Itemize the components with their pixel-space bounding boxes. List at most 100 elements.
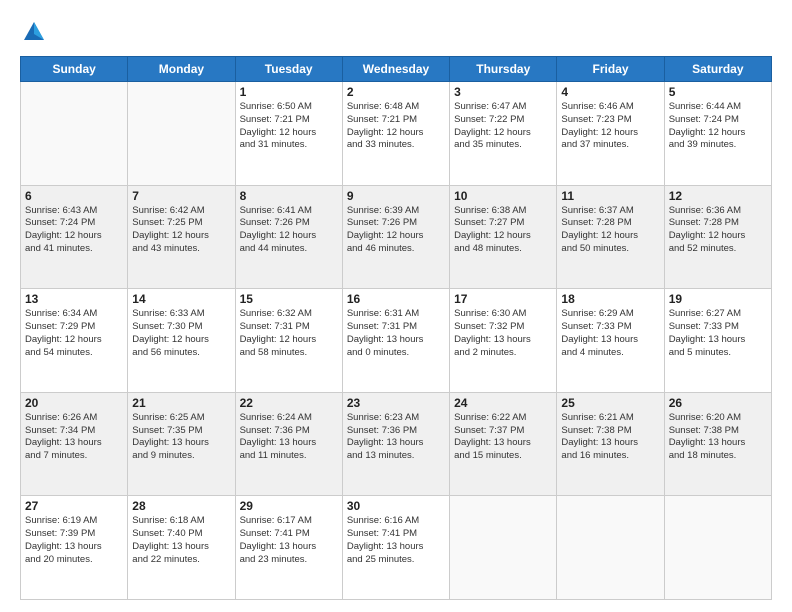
calendar-week-row: 6 Sunrise: 6:43 AM Sunset: 7:24 PM Daylig… xyxy=(21,185,772,289)
day-number: 26 xyxy=(669,396,767,410)
calendar-week-row: 13 Sunrise: 6:34 AM Sunset: 7:29 PM Dayli… xyxy=(21,289,772,393)
calendar-cell: 27Sunrise: 6:19 AM Sunset: 7:39 PM Dayli… xyxy=(21,496,128,600)
day-number: 4 xyxy=(561,85,659,99)
calendar-week-row: 1 Sunrise: 6:50 AM Sunset: 7:21 PM Daylig… xyxy=(21,82,772,186)
logo-icon xyxy=(20,18,48,46)
calendar-cell: 6 Sunrise: 6:43 AM Sunset: 7:24 PM Daylig… xyxy=(21,185,128,289)
calendar-cell: 23Sunrise: 6:23 AM Sunset: 7:36 PM Dayli… xyxy=(342,392,449,496)
calendar-cell: 25 Sunrise: 6:21 AM Sunset: 7:38 PM Dayli… xyxy=(557,392,664,496)
day-info: Sunrise: 6:33 AM Sunset: 7:30 PM Dayligh… xyxy=(132,308,230,359)
calendar-cell: 14 Sunrise: 6:33 AM Sunset: 7:30 PM Dayli… xyxy=(128,289,235,393)
day-number: 2 xyxy=(347,85,445,99)
day-info: Sunrise: 6:46 AM Sunset: 7:23 PM Dayligh… xyxy=(561,101,659,152)
logo xyxy=(20,18,52,46)
weekday-header: Monday xyxy=(128,57,235,82)
calendar-cell xyxy=(664,496,771,600)
day-info: Sunrise: 6:44 AM Sunset: 7:24 PM Dayligh… xyxy=(669,101,767,152)
day-info: Sunrise: 6:26 AM Sunset: 7:34 PM Dayligh… xyxy=(25,412,123,463)
day-number: 19 xyxy=(669,292,767,306)
day-info: Sunrise: 6:29 AM Sunset: 7:33 PM Dayligh… xyxy=(561,308,659,359)
page: SundayMondayTuesdayWednesdayThursdayFrid… xyxy=(0,0,792,612)
day-info: Sunrise: 6:47 AM Sunset: 7:22 PM Dayligh… xyxy=(454,101,552,152)
calendar-cell: 3 Sunrise: 6:47 AM Sunset: 7:22 PM Daylig… xyxy=(450,82,557,186)
calendar-week-row: 20 Sunrise: 6:26 AM Sunset: 7:34 PM Dayli… xyxy=(21,392,772,496)
day-info: Sunrise: 6:41 AM Sunset: 7:26 PM Dayligh… xyxy=(240,205,338,256)
calendar-cell: 9 Sunrise: 6:39 AM Sunset: 7:26 PM Daylig… xyxy=(342,185,449,289)
day-number: 20 xyxy=(25,396,123,410)
calendar-cell: 24Sunrise: 6:22 AM Sunset: 7:37 PM Dayli… xyxy=(450,392,557,496)
calendar-cell: 4 Sunrise: 6:46 AM Sunset: 7:23 PM Daylig… xyxy=(557,82,664,186)
day-number: 18 xyxy=(561,292,659,306)
weekday-header: Sunday xyxy=(21,57,128,82)
header xyxy=(20,18,772,46)
day-number: 22 xyxy=(240,396,338,410)
day-number: 1 xyxy=(240,85,338,99)
calendar-cell: 7 Sunrise: 6:42 AM Sunset: 7:25 PM Daylig… xyxy=(128,185,235,289)
day-number: 9 xyxy=(347,189,445,203)
day-number: 11 xyxy=(561,189,659,203)
calendar-cell: 13 Sunrise: 6:34 AM Sunset: 7:29 PM Dayli… xyxy=(21,289,128,393)
day-info: Sunrise: 6:42 AM Sunset: 7:25 PM Dayligh… xyxy=(132,205,230,256)
day-info: Sunrise: 6:38 AM Sunset: 7:27 PM Dayligh… xyxy=(454,205,552,256)
day-info: Sunrise: 6:43 AM Sunset: 7:24 PM Dayligh… xyxy=(25,205,123,256)
day-info: Sunrise: 6:31 AM Sunset: 7:31 PM Dayligh… xyxy=(347,308,445,359)
day-info: Sunrise: 6:23 AM Sunset: 7:36 PM Dayligh… xyxy=(347,412,445,463)
day-info: Sunrise: 6:18 AM Sunset: 7:40 PM Dayligh… xyxy=(132,515,230,566)
weekday-header: Tuesday xyxy=(235,57,342,82)
calendar-cell xyxy=(450,496,557,600)
day-number: 30 xyxy=(347,499,445,513)
day-number: 6 xyxy=(25,189,123,203)
calendar-table: SundayMondayTuesdayWednesdayThursdayFrid… xyxy=(20,56,772,600)
calendar-cell: 17Sunrise: 6:30 AM Sunset: 7:32 PM Dayli… xyxy=(450,289,557,393)
day-info: Sunrise: 6:48 AM Sunset: 7:21 PM Dayligh… xyxy=(347,101,445,152)
day-number: 15 xyxy=(240,292,338,306)
day-number: 16 xyxy=(347,292,445,306)
day-info: Sunrise: 6:24 AM Sunset: 7:36 PM Dayligh… xyxy=(240,412,338,463)
day-info: Sunrise: 6:34 AM Sunset: 7:29 PM Dayligh… xyxy=(25,308,123,359)
day-number: 7 xyxy=(132,189,230,203)
day-info: Sunrise: 6:19 AM Sunset: 7:39 PM Dayligh… xyxy=(25,515,123,566)
calendar-cell: 21Sunrise: 6:25 AM Sunset: 7:35 PM Dayli… xyxy=(128,392,235,496)
calendar-cell: 29 Sunrise: 6:17 AM Sunset: 7:41 PM Dayli… xyxy=(235,496,342,600)
calendar-cell: 5 Sunrise: 6:44 AM Sunset: 7:24 PM Daylig… xyxy=(664,82,771,186)
day-number: 29 xyxy=(240,499,338,513)
day-number: 17 xyxy=(454,292,552,306)
day-number: 14 xyxy=(132,292,230,306)
calendar-cell: 10 Sunrise: 6:38 AM Sunset: 7:27 PM Dayli… xyxy=(450,185,557,289)
day-number: 3 xyxy=(454,85,552,99)
calendar-cell: 12 Sunrise: 6:36 AM Sunset: 7:28 PM Dayli… xyxy=(664,185,771,289)
calendar-cell: 20 Sunrise: 6:26 AM Sunset: 7:34 PM Dayli… xyxy=(21,392,128,496)
day-info: Sunrise: 6:39 AM Sunset: 7:26 PM Dayligh… xyxy=(347,205,445,256)
calendar-cell: 16 Sunrise: 6:31 AM Sunset: 7:31 PM Dayli… xyxy=(342,289,449,393)
day-info: Sunrise: 6:17 AM Sunset: 7:41 PM Dayligh… xyxy=(240,515,338,566)
day-number: 10 xyxy=(454,189,552,203)
weekday-header-row: SundayMondayTuesdayWednesdayThursdayFrid… xyxy=(21,57,772,82)
day-info: Sunrise: 6:21 AM Sunset: 7:38 PM Dayligh… xyxy=(561,412,659,463)
calendar-cell: 18 Sunrise: 6:29 AM Sunset: 7:33 PM Dayli… xyxy=(557,289,664,393)
day-info: Sunrise: 6:25 AM Sunset: 7:35 PM Dayligh… xyxy=(132,412,230,463)
day-info: Sunrise: 6:20 AM Sunset: 7:38 PM Dayligh… xyxy=(669,412,767,463)
day-info: Sunrise: 6:36 AM Sunset: 7:28 PM Dayligh… xyxy=(669,205,767,256)
calendar-cell xyxy=(21,82,128,186)
day-number: 12 xyxy=(669,189,767,203)
day-info: Sunrise: 6:16 AM Sunset: 7:41 PM Dayligh… xyxy=(347,515,445,566)
calendar-cell: 26 Sunrise: 6:20 AM Sunset: 7:38 PM Dayli… xyxy=(664,392,771,496)
weekday-header: Thursday xyxy=(450,57,557,82)
weekday-header: Friday xyxy=(557,57,664,82)
day-info: Sunrise: 6:37 AM Sunset: 7:28 PM Dayligh… xyxy=(561,205,659,256)
calendar-cell: 19 Sunrise: 6:27 AM Sunset: 7:33 PM Dayli… xyxy=(664,289,771,393)
day-info: Sunrise: 6:32 AM Sunset: 7:31 PM Dayligh… xyxy=(240,308,338,359)
day-info: Sunrise: 6:50 AM Sunset: 7:21 PM Dayligh… xyxy=(240,101,338,152)
calendar-cell: 2 Sunrise: 6:48 AM Sunset: 7:21 PM Daylig… xyxy=(342,82,449,186)
day-number: 25 xyxy=(561,396,659,410)
day-number: 5 xyxy=(669,85,767,99)
weekday-header: Wednesday xyxy=(342,57,449,82)
day-number: 13 xyxy=(25,292,123,306)
calendar-cell: 30 Sunrise: 6:16 AM Sunset: 7:41 PM Dayli… xyxy=(342,496,449,600)
calendar-cell: 28 Sunrise: 6:18 AM Sunset: 7:40 PM Dayli… xyxy=(128,496,235,600)
calendar-cell xyxy=(128,82,235,186)
day-number: 28 xyxy=(132,499,230,513)
calendar-cell: 8Sunrise: 6:41 AM Sunset: 7:26 PM Daylig… xyxy=(235,185,342,289)
calendar-cell: 11 Sunrise: 6:37 AM Sunset: 7:28 PM Dayli… xyxy=(557,185,664,289)
day-info: Sunrise: 6:27 AM Sunset: 7:33 PM Dayligh… xyxy=(669,308,767,359)
